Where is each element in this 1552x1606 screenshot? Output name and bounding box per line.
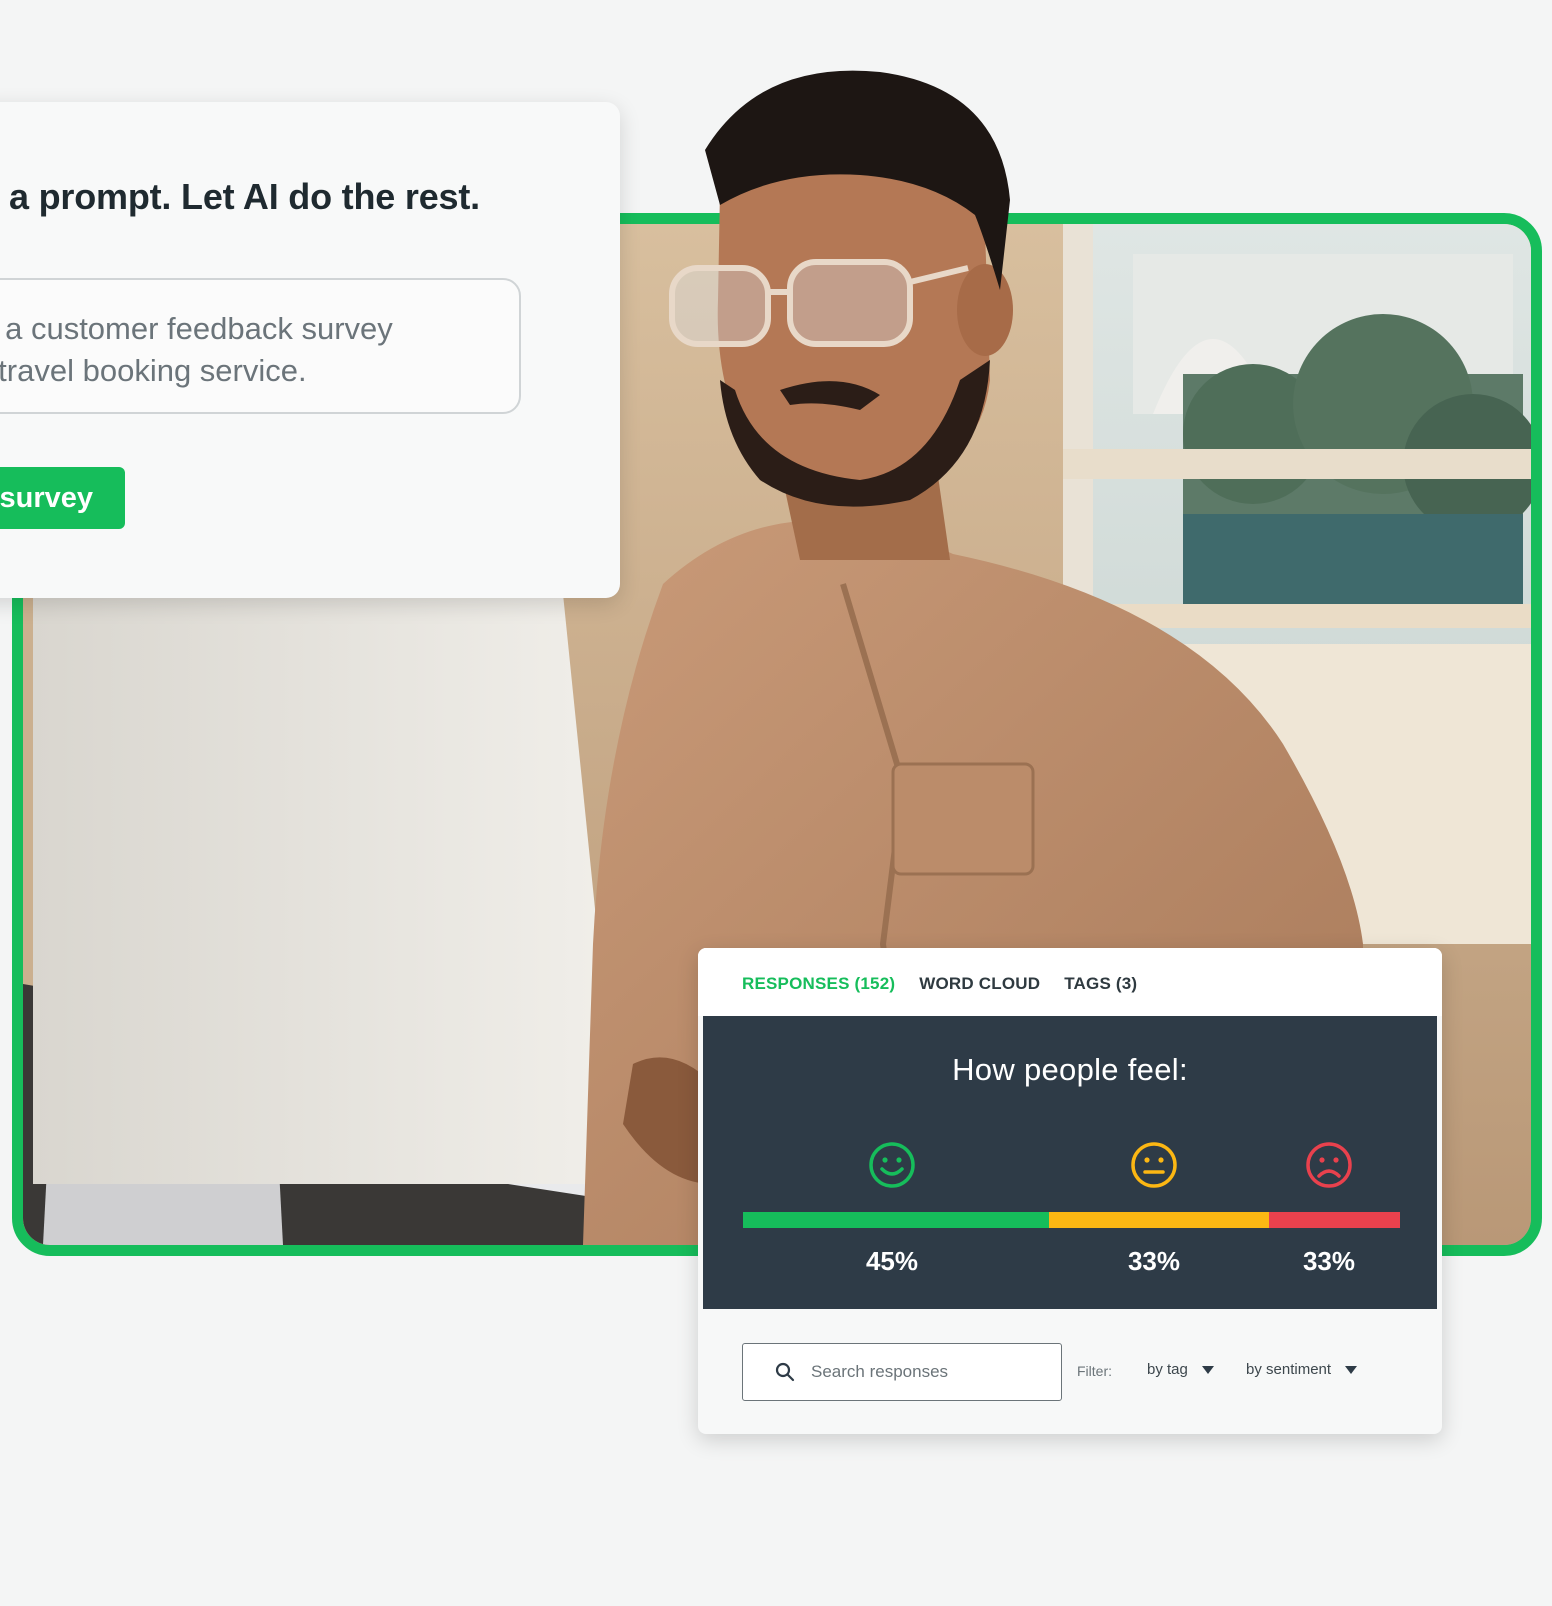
sentiment-bar-negative: [1268, 1212, 1400, 1228]
page: rite a prompt. Let AI do the rest. ed a …: [0, 0, 1552, 1606]
sad-face-icon: [1306, 1142, 1352, 1188]
ai-prompt-card: rite a prompt. Let AI do the rest. ed a …: [0, 102, 620, 598]
sentiment-bar: [743, 1212, 1400, 1228]
chevron-down-icon: [1345, 1365, 1358, 1374]
results-tabs: RESPONSES (152) WORD CLOUD TAGS (3): [742, 974, 1137, 994]
happy-face-icon: [869, 1142, 915, 1188]
tab-tags[interactable]: TAGS (3): [1064, 974, 1137, 994]
sentiment-panel: How people feel: 45% 33% 33%: [703, 1016, 1437, 1309]
search-placeholder: Search responses: [811, 1362, 949, 1381]
filter-label: Filter:: [1077, 1363, 1112, 1379]
sentiment-bar-neutral: [1049, 1212, 1269, 1228]
search-input[interactable]: Search responses: [742, 1343, 1062, 1401]
tab-responses[interactable]: RESPONSES (152): [742, 974, 895, 994]
neutral-percent: 33%: [1127, 1246, 1181, 1276]
sentiment-heading: How people feel:: [952, 1052, 1188, 1087]
positive-percent: 45%: [865, 1246, 919, 1276]
prompt-input[interactable]: ed a customer feedback survey ur travel …: [0, 278, 521, 414]
tab-word-cloud[interactable]: WORD CLOUD: [919, 974, 1040, 994]
filter-by-tag-dropdown[interactable]: by tag: [1147, 1361, 1214, 1378]
negative-percent: 33%: [1302, 1246, 1356, 1276]
prompt-card-title: rite a prompt. Let AI do the rest.: [0, 176, 480, 217]
sentiment-results-card: RESPONSES (152) WORD CLOUD TAGS (3) How …: [698, 948, 1442, 1434]
prompt-input-line-1: ed a customer feedback survey: [0, 311, 393, 346]
create-survey-button[interactable]: survey: [0, 467, 125, 529]
sentiment-bar-positive: [743, 1212, 1050, 1228]
filter-by-sentiment-dropdown[interactable]: by sentiment: [1246, 1361, 1358, 1378]
chevron-down-icon: [1201, 1365, 1214, 1374]
neutral-face-icon: [1131, 1142, 1177, 1188]
prompt-input-line-2: ur travel booking service.: [0, 353, 307, 388]
search-icon: [775, 1362, 795, 1382]
filter-by-sentiment-label: by sentiment: [1246, 1361, 1332, 1378]
filter-by-tag-label: by tag: [1147, 1361, 1188, 1378]
